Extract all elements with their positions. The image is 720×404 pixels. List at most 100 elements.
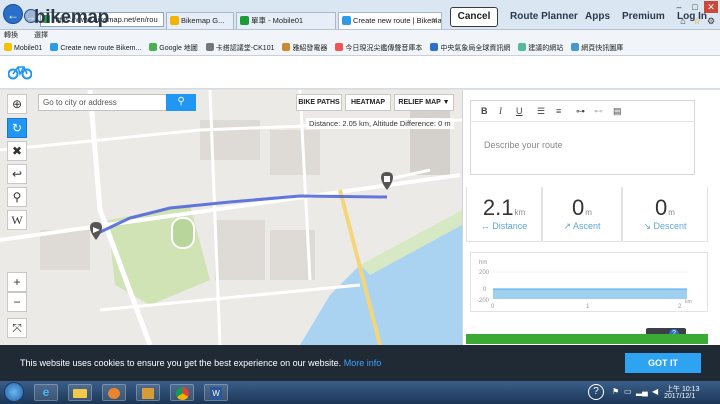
- heatmap-button[interactable]: HEATMAP: [345, 94, 391, 111]
- zoom-out-button[interactable]: −: [7, 292, 27, 312]
- italic-icon[interactable]: I: [499, 106, 502, 116]
- tab-favicon-icon: [240, 16, 249, 25]
- elevation-x-tick: 0: [491, 304, 495, 310]
- ascent-arrow-icon: ↗: [563, 221, 574, 231]
- poi-marker-icon[interactable]: ⚲: [7, 187, 27, 207]
- draw-route-icon[interactable]: ↻: [7, 118, 27, 138]
- tab-bikemap-g[interactable]: Bikemap G...: [166, 12, 234, 29]
- bullet-list-icon[interactable]: ≡: [556, 106, 561, 116]
- route-distance-info: Distance: 2.05 km, Altitude Difference: …: [306, 118, 454, 129]
- favorite-link[interactable]: Mobile01: [4, 41, 42, 55]
- search-icon[interactable]: ⚲: [166, 94, 196, 111]
- favorite-link[interactable]: 建議的網站: [518, 41, 563, 55]
- tab-create-route[interactable]: Create new route | Bikema... ✕: [338, 12, 442, 29]
- elevation-unit: hm: [479, 260, 487, 266]
- ie-icon[interactable]: e: [34, 384, 58, 401]
- favorite-link[interactable]: 網頁快訊圖庫: [571, 41, 623, 55]
- word-icon[interactable]: W: [204, 384, 228, 401]
- got-it-button[interactable]: GOT IT: [625, 353, 701, 373]
- ascent-label: Ascent: [573, 221, 601, 231]
- tab-title: Bikemap G...: [181, 16, 225, 25]
- descent-label: Descent: [653, 221, 687, 231]
- delete-route-icon[interactable]: ✖: [7, 141, 27, 161]
- favicon-icon: [50, 43, 59, 51]
- wikipedia-icon[interactable]: W: [7, 210, 27, 230]
- relief-map-button[interactable]: RELIEF MAP ▼: [394, 94, 454, 111]
- favorite-link[interactable]: 中央氣象局全球資訊網: [430, 41, 510, 55]
- site-header: [0, 56, 720, 89]
- locate-icon[interactable]: ⊕: [7, 94, 27, 114]
- logo[interactable]: bikemap: [34, 7, 109, 29]
- favicon-icon: [205, 43, 214, 51]
- distance-label: Distance: [492, 221, 528, 231]
- start-button[interactable]: [4, 382, 24, 402]
- volume-icon[interactable]: ◀: [652, 387, 658, 396]
- stat-ascent: 0m ↗ Ascent: [542, 187, 622, 242]
- favicon-icon: [430, 43, 439, 51]
- favicon-icon: [335, 43, 344, 51]
- fullscreen-icon[interactable]: ⤧: [7, 318, 27, 338]
- distance-value: 2.1: [482, 195, 514, 220]
- media-player-icon[interactable]: [102, 384, 126, 401]
- favicon-icon: [282, 43, 291, 51]
- nav-premium[interactable]: Premium: [622, 11, 665, 22]
- network-icon[interactable]: ▂▄: [636, 387, 648, 396]
- elevation-tick: 200: [479, 270, 490, 276]
- link-icon[interactable]: ⊶: [576, 106, 585, 117]
- bold-icon[interactable]: B: [481, 106, 488, 116]
- descent-unit: m: [668, 208, 675, 217]
- nav-route-planner[interactable]: Route Planner: [510, 11, 578, 22]
- cookie-text: This website uses cookies to ensure you …: [20, 358, 381, 368]
- favicon-icon: [518, 43, 527, 51]
- unlink-icon[interactable]: ⊷: [594, 106, 603, 117]
- favorite-link[interactable]: Create new route Bikem...: [50, 41, 141, 55]
- menu-item[interactable]: 選擇: [34, 32, 48, 39]
- star-icon: [4, 43, 12, 51]
- favorite-link[interactable]: 今日現況尖鑑傳聲音庫本: [335, 41, 422, 55]
- cancel-button[interactable]: Cancel: [450, 7, 498, 27]
- descent-value: 0: [655, 195, 668, 220]
- save-route-bar[interactable]: [466, 334, 708, 344]
- elevation-area: [493, 289, 687, 299]
- paint-icon[interactable]: [136, 384, 160, 401]
- favorite-link[interactable]: 雅紹發電器: [282, 41, 327, 55]
- chrome-icon[interactable]: [170, 384, 194, 401]
- close-tab-icon[interactable]: ✕: [431, 13, 438, 28]
- elevation-tick: 0: [483, 287, 487, 293]
- help-circle-icon[interactable]: ?: [588, 384, 604, 400]
- underline-icon[interactable]: U: [516, 106, 523, 116]
- distance-unit: km: [514, 208, 526, 217]
- clock-date[interactable]: 2017/12/1: [664, 393, 695, 400]
- nav-log-in[interactable]: Log In: [677, 11, 707, 22]
- favorite-link[interactable]: 卡搭認議堂-CK101: [205, 41, 274, 55]
- ascent-value: 0: [572, 195, 585, 220]
- paste-icon[interactable]: ▤: [613, 106, 622, 117]
- back-button[interactable]: ←: [3, 4, 23, 24]
- tab-title: 單車 - Mobile01: [251, 16, 304, 25]
- description-placeholder: Describe your route: [484, 140, 563, 150]
- favicon-icon: [149, 43, 158, 51]
- favorites-bar: Mobile01 Create new route Bikem... Googl…: [0, 41, 720, 56]
- elevation-profile: hm 200 0 -200 0 1 2 km: [470, 252, 708, 312]
- return-route-icon[interactable]: ↩: [7, 164, 27, 184]
- tab-mobile01[interactable]: 單車 - Mobile01: [236, 12, 336, 29]
- favorite-link[interactable]: Google 地圖: [149, 41, 198, 55]
- flag-icon[interactable]: ⚑: [612, 387, 619, 396]
- elevation-tick: -200: [477, 298, 490, 304]
- menu-bar: 轉換 選擇: [0, 30, 720, 41]
- more-info-link[interactable]: More info: [344, 358, 382, 368]
- tab-title: Create new route | Bikema...: [353, 16, 442, 25]
- stat-distance: 2.1km ↔ Distance: [466, 187, 542, 242]
- elevation-x-unit: km: [685, 299, 692, 305]
- bike-paths-button[interactable]: BIKE PATHS: [296, 94, 342, 111]
- nav-apps[interactable]: Apps: [585, 11, 610, 22]
- display-icon[interactable]: ▭: [624, 387, 632, 396]
- numbered-list-icon[interactable]: ☰: [537, 106, 545, 117]
- menu-item[interactable]: 轉換: [4, 32, 18, 39]
- folder-icon[interactable]: [68, 384, 92, 401]
- favicon-icon: [571, 43, 580, 51]
- tab-favicon-icon: [342, 16, 351, 25]
- distance-arrows-icon: ↔: [480, 221, 493, 231]
- zoom-in-button[interactable]: +: [7, 272, 27, 292]
- tab-favicon-icon: [170, 16, 179, 25]
